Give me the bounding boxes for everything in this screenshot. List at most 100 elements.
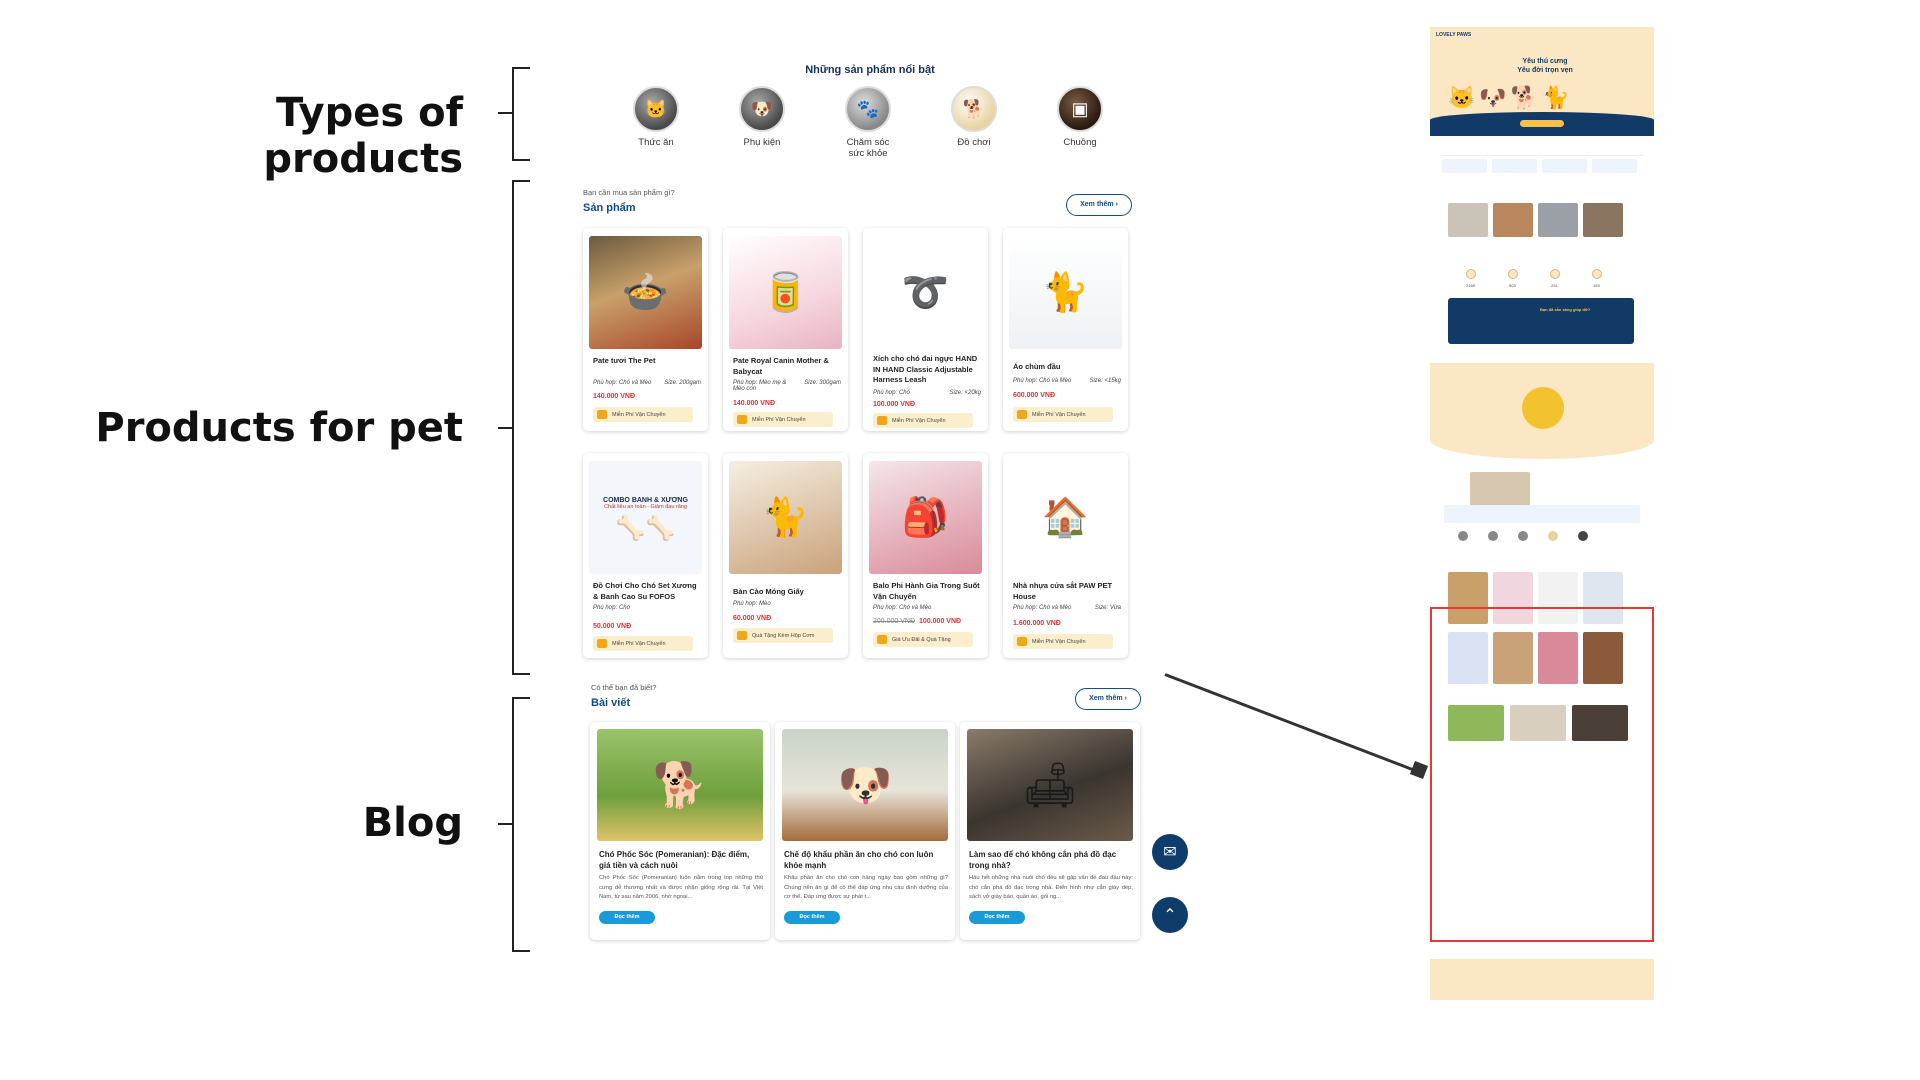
read-more-button[interactable]: Đọc thêm	[969, 911, 1025, 924]
annotation-products: Products for pet	[95, 405, 463, 451]
category-label: Chuồng	[1063, 137, 1097, 148]
product-meta: Phù hợp: Mèo	[733, 601, 841, 607]
product-image: COMBO BANH & XƯƠNG Chất liệu an toàn - G…	[589, 461, 702, 574]
category-food[interactable]: 🐱 Thức ăn	[616, 86, 696, 148]
product-card[interactable]: 🐈 Áo chùm đầu Phù hợp: Chó và Mèo Size: <…	[1003, 228, 1128, 431]
product-image: 🏠	[1009, 461, 1122, 574]
price-value: 50.000 VNĐ	[593, 623, 632, 630]
shipping-label: Miễn Phí Vận Chuyển	[1032, 411, 1086, 418]
truck-icon	[1017, 637, 1027, 646]
shipping-label: Giá Ưu Đãi & Quà Tặng	[892, 636, 951, 643]
products-more-button[interactable]: Xem thêm ›	[1066, 194, 1132, 216]
thumb-cta-text: Bạn đã sẵn sàng giúp đỡ?	[1540, 307, 1591, 312]
thumb-category	[1578, 531, 1588, 541]
shipping-badge: Miễn Phí Vận Chuyển	[1013, 407, 1113, 422]
thumb-stat: 231	[1551, 283, 1558, 288]
product-meta: Phù hợp: Chó và Mèo Size: Vừa	[1013, 605, 1121, 611]
thumb-service-dog	[1522, 387, 1564, 429]
truck-icon	[597, 639, 607, 648]
product-suit: Phù hợp: Mèo	[733, 601, 771, 607]
messenger-button[interactable]: ✉	[1152, 834, 1188, 870]
price-value: 600.000 VNĐ	[1013, 392, 1056, 399]
blog-more-button[interactable]: Xem thêm ›	[1075, 688, 1141, 710]
combo-label: COMBO BANH & XƯƠNG	[603, 496, 688, 504]
shipping-label: Miễn Phí Vận Chuyển	[1032, 638, 1086, 645]
shipping-label: Miễn Phí Vận Chuyển	[752, 416, 806, 423]
price-value: 140.000 VNĐ	[593, 393, 636, 400]
product-card[interactable]: COMBO BANH & XƯƠNG Chất liệu an toàn - G…	[583, 453, 708, 658]
blog-image: 🐕	[597, 729, 763, 841]
cat-food-icon: 🐱	[633, 86, 679, 132]
thumb-hero-line2: Yêu đời trọn vẹn	[1517, 67, 1573, 74]
shipping-label: Miễn Phí Vận Chuyển	[612, 640, 666, 647]
blog-card[interactable]: 🛋 Làm sao để chó không cắn phá đồ đạc tr…	[960, 722, 1140, 940]
category-toy[interactable]: 🐕 Đồ chơi	[934, 86, 1014, 148]
thumb-hero-line1: Yêu thú cưng	[1522, 58, 1568, 65]
product-card[interactable]: 🍲 Pate tươi The Pet Phù hợp: Chó và Mèo S…	[583, 228, 708, 431]
thumb-feature	[1492, 159, 1537, 173]
products-title: Sản phẩm	[583, 202, 636, 214]
shipping-badge: Quà Tặng Kèm Hộp Cơm	[733, 628, 833, 643]
shipping-badge: Giá Ưu Đãi & Quà Tặng	[873, 632, 973, 647]
shipping-label: Miễn Phí Vận Chuyển	[892, 417, 946, 424]
thumb-pet-photo	[1538, 203, 1578, 237]
product-price: 1.600.000 VNĐ	[1013, 620, 1061, 627]
product-meta: Phù hợp: Chó và Mèo Size: <15kg	[1013, 378, 1121, 384]
product-suit: Phù hợp: Chó và Mèo	[1013, 378, 1072, 384]
thumb-stat-icon	[1550, 269, 1560, 279]
price-value: 100.000 VNĐ	[919, 618, 962, 625]
gift-icon	[877, 635, 887, 644]
product-name: Đồ Chơi Cho Chó Set Xương & Banh Cao Su …	[593, 581, 697, 601]
thumb-stat-icon	[1508, 269, 1518, 279]
product-image: 🐈	[1009, 236, 1122, 349]
product-image: 🍲	[589, 236, 702, 349]
thumb-logo: LOVELY PAWS	[1436, 32, 1472, 38]
product-card[interactable]: 🎒 Balo Phi Hành Gia Trong Suốt Vận Chuyể…	[863, 453, 988, 658]
product-suit: Phù hợp: Chó	[593, 605, 630, 611]
thumb-pets-image: 🐱🐶🐕🐈	[1448, 85, 1574, 110]
thumb-feature	[1442, 159, 1487, 173]
blog-excerpt: Khẩu phần ăn cho chó con hàng ngày bao g…	[784, 875, 948, 900]
product-card[interactable]: 🥫 Pate Royal Canin Mother & Babycat Phù …	[723, 228, 848, 431]
product-name: Nhà nhựa cửa sắt PAW PET House	[1013, 581, 1113, 601]
product-price: 50.000 VNĐ	[593, 623, 631, 630]
read-more-button[interactable]: Đọc thêm	[599, 911, 655, 924]
thumb-hero-button	[1520, 120, 1564, 127]
annotation-types: Types of products	[263, 90, 463, 182]
product-suit: Phù hợp: Chó và Mèo	[1013, 605, 1072, 611]
product-price: 60.000 VNĐ	[733, 615, 771, 622]
product-name: Xích cho chó đai ngực HAND IN HAND Class…	[873, 354, 978, 384]
scroll-top-button[interactable]: ⌃	[1152, 897, 1188, 933]
thumb-pet-photo	[1448, 203, 1488, 237]
toy-icon: 🐕	[951, 86, 997, 132]
product-card[interactable]: 🏠 Nhà nhựa cửa sắt PAW PET House Phù hợp…	[1003, 453, 1128, 658]
truck-icon	[737, 415, 747, 424]
category-accessory[interactable]: 🐶 Phụ kiện	[722, 86, 802, 148]
product-image: 🎒	[869, 461, 982, 574]
old-price: 200.000 VNĐ	[873, 618, 916, 625]
shipping-badge: Miễn Phí Vận Chuyển	[593, 407, 693, 422]
category-label: Phụ kiện	[743, 137, 781, 148]
chevron-right-icon: ›	[1115, 201, 1118, 208]
thumb-cta-banner	[1448, 298, 1634, 344]
category-cage[interactable]: ▣ Chuồng	[1040, 86, 1120, 148]
thumb-pet-photo	[1493, 203, 1533, 237]
product-card[interactable]: ➰ Xích cho chó đai ngực HAND IN HAND Cla…	[863, 228, 988, 431]
bracket-blog	[512, 697, 530, 952]
thumb-category	[1548, 531, 1558, 541]
blog-card[interactable]: 🐕 Chó Phốc Sóc (Pomeranian): Đặc điểm, g…	[590, 722, 770, 940]
product-size: Size: 300gam	[804, 380, 841, 386]
blog-card[interactable]: 🐶 Chế độ khẩu phần ăn cho chó con luôn k…	[775, 722, 955, 940]
category-label: Chăm sóc sức khỏe	[846, 137, 890, 159]
more-label: Xem thêm	[1089, 695, 1123, 702]
product-meta: Phù hợp: Mèo mẹ & Mèo con Size: 300gam	[733, 380, 841, 392]
category-health[interactable]: 🐾 Chăm sóc sức khỏe	[828, 86, 908, 159]
featured-title: Những sản phẩm nổi bật	[805, 64, 935, 76]
read-more-button[interactable]: Đọc thêm	[784, 911, 840, 924]
blog-excerpt: Chó Phốc Sóc (Pomeranian) luôn nằm trong…	[599, 875, 763, 900]
product-card[interactable]: 🐈 Bàn Cào Móng Giấy Phù hợp: Mèo 60.000 …	[723, 453, 848, 658]
blog-title: Bài viết	[591, 697, 631, 709]
chevron-right-icon: ›	[1124, 695, 1127, 702]
product-name: Bàn Cào Móng Giấy	[733, 587, 804, 596]
shipping-badge: Miễn Phí Vận Chuyển	[873, 413, 973, 428]
